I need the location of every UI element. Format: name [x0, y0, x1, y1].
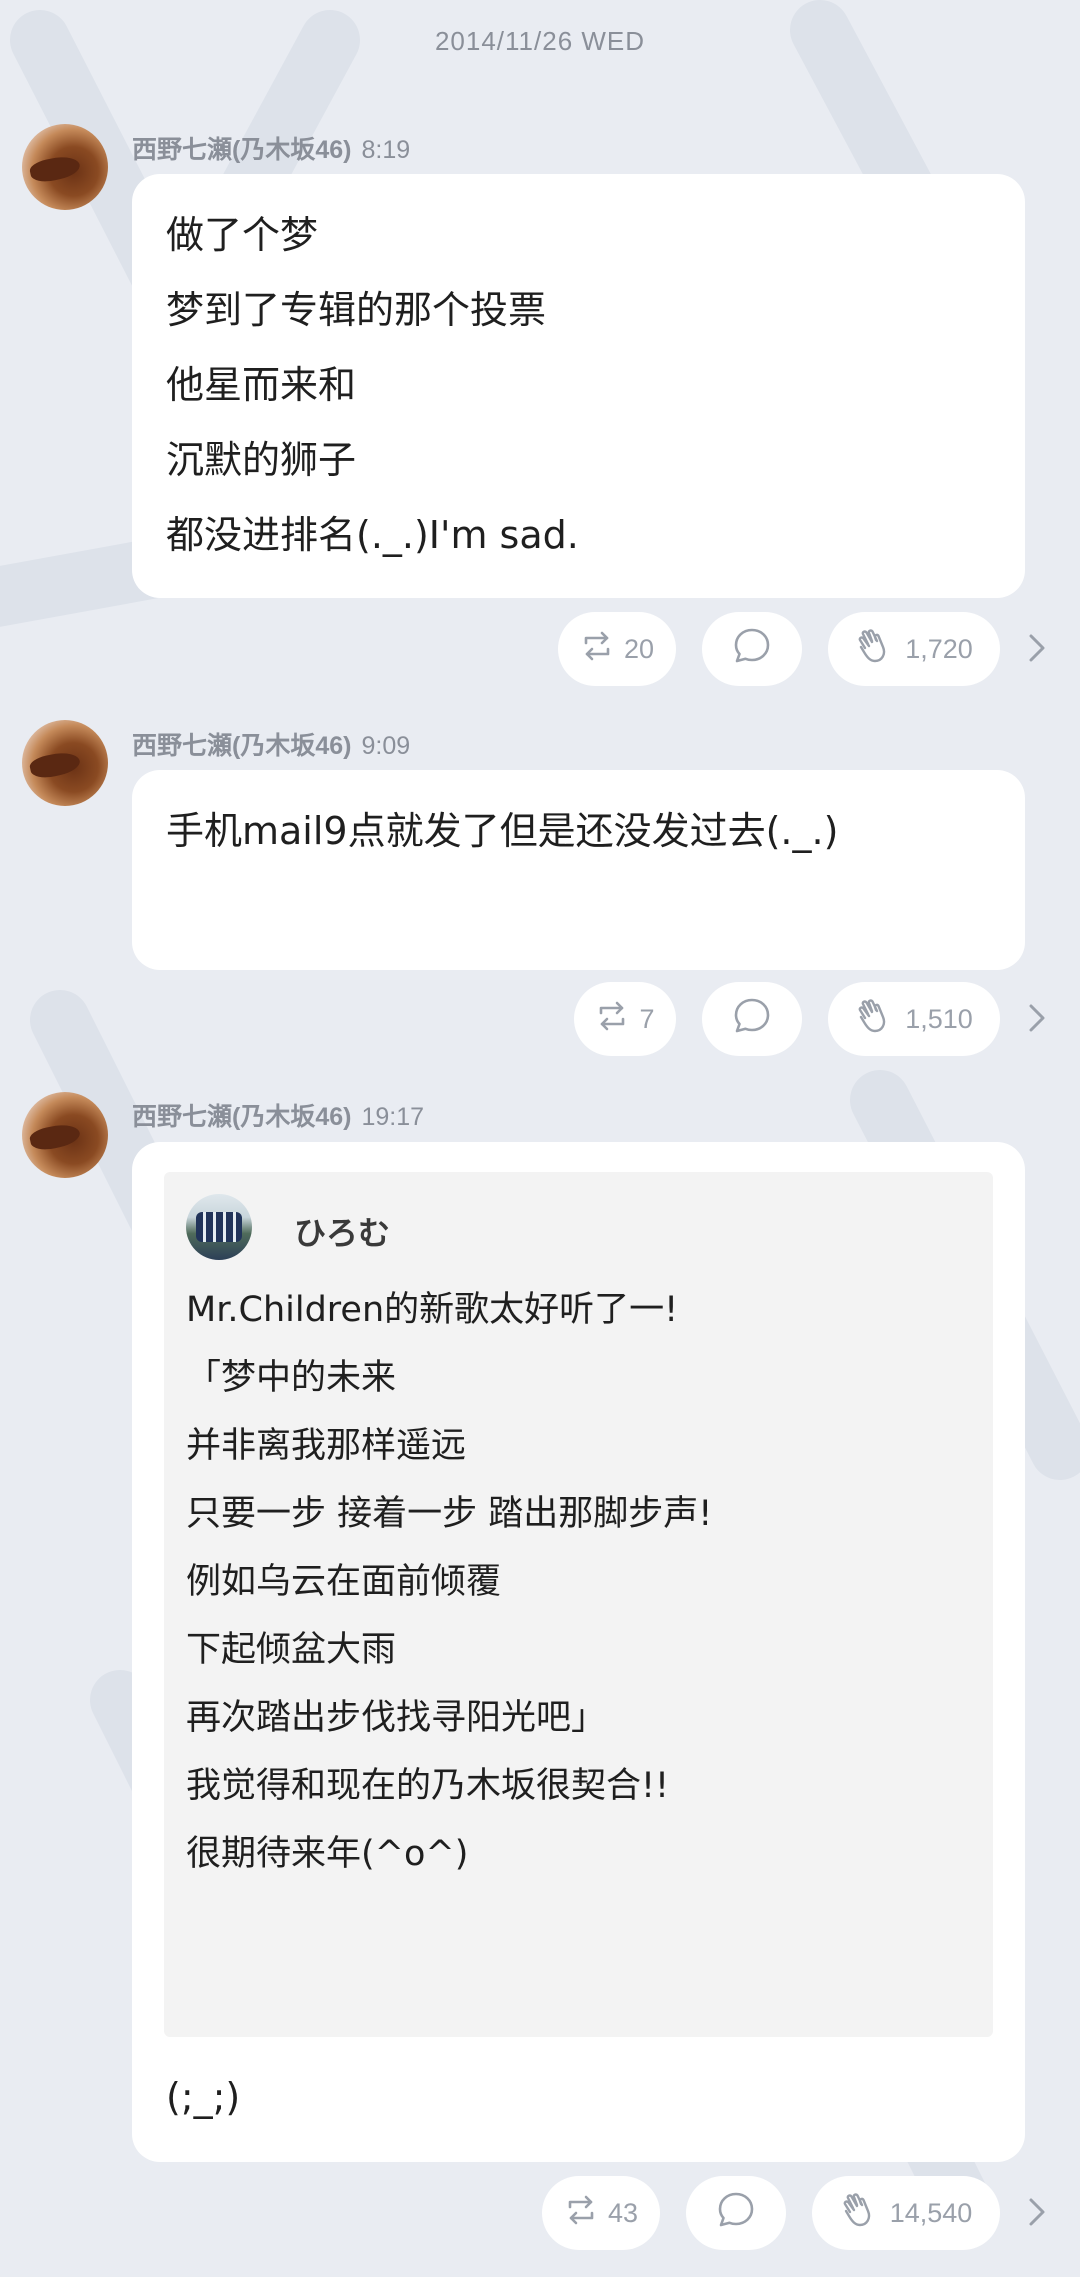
- quote-line: Mr.Children的新歌太好听了一!: [186, 1290, 679, 1330]
- message-line: 做了个梦: [166, 213, 319, 257]
- message-line: (;_;): [166, 2075, 241, 2119]
- post-time: 19:17: [361, 1103, 425, 1131]
- chevron-right-icon[interactable]: [1022, 628, 1052, 668]
- quote-line: 下起倾盆大雨: [186, 1630, 397, 1670]
- repost-icon: [564, 2193, 598, 2234]
- comment-icon: [716, 2190, 756, 2237]
- date-header: 2014/11/26 WED: [434, 26, 646, 56]
- clap-button[interactable]: 1,510: [828, 982, 1000, 1056]
- clap-button[interactable]: 14,540: [812, 2176, 1000, 2250]
- post-meta: 西野七瀬(乃木坂46) 9:09: [132, 726, 410, 762]
- author-name: 西野七瀬(乃木坂46): [132, 136, 352, 164]
- quoted-text: Mr.Children的新歌太好听了一! 「梦中的未来 并非离我那样遥远 只要一…: [186, 1276, 712, 1888]
- chevron-right-icon[interactable]: [1022, 2192, 1052, 2232]
- message-bubble[interactable]: ひろむ Mr.Children的新歌太好听了一! 「梦中的未来 并非离我那样遥远…: [132, 1142, 1025, 2162]
- repost-count: 7: [639, 1003, 655, 1034]
- quote-line: 并非离我那样遥远: [186, 1426, 467, 1466]
- clap-count: 1,720: [905, 633, 973, 664]
- repost-button[interactable]: 20: [558, 612, 676, 686]
- quote-line: 「梦中的未来: [186, 1358, 397, 1398]
- message-line: 都没进排名(._.)I'm sad.: [166, 513, 579, 557]
- quoted-author-name: ひろむ: [294, 1215, 391, 1251]
- post-meta: 西野七瀬(乃木坂46) 8:19: [132, 130, 410, 166]
- comment-button[interactable]: [702, 982, 802, 1056]
- comment-button[interactable]: [702, 612, 802, 686]
- author-avatar[interactable]: [22, 720, 108, 806]
- clap-button[interactable]: 1,720: [828, 612, 1000, 686]
- repost-icon: [580, 629, 614, 670]
- clap-count: 14,540: [889, 2197, 973, 2228]
- repost-count: 43: [607, 2197, 639, 2228]
- post-time: 8:19: [361, 136, 411, 164]
- author-name: 西野七瀬(乃木坂46): [132, 1103, 352, 1131]
- message-bubble[interactable]: 手机mail9点就发了但是还没发过去(._.): [132, 770, 1025, 970]
- message-bubble[interactable]: 做了个梦 梦到了专辑的那个投票 他星而来和 沉默的狮子 都没进排名(._.)I'…: [132, 174, 1025, 598]
- comment-icon: [732, 626, 772, 673]
- author-avatar[interactable]: [22, 124, 108, 210]
- repost-count: 20: [623, 633, 655, 664]
- comment-button[interactable]: [686, 2176, 786, 2250]
- clap-icon: [855, 996, 895, 1043]
- chevron-right-icon[interactable]: [1022, 998, 1052, 1038]
- comment-icon: [732, 996, 772, 1043]
- author-name: 西野七瀬(乃木坂46): [132, 732, 352, 760]
- quote-line: 很期待来年(^o^): [186, 1834, 469, 1874]
- clap-count: 1,510: [905, 1003, 973, 1034]
- post-time: 9:09: [361, 732, 411, 760]
- message-line: 梦到了专辑的那个投票: [166, 288, 547, 332]
- repost-button[interactable]: 7: [574, 982, 676, 1056]
- quote-line: 例如乌云在面前倾覆: [186, 1562, 502, 1602]
- quote-line: 我觉得和现在的乃木坂很契合!!: [186, 1766, 670, 1806]
- repost-icon: [595, 999, 629, 1040]
- clap-icon: [840, 2190, 880, 2237]
- author-avatar[interactable]: [22, 1092, 108, 1178]
- quoted-post[interactable]: ひろむ Mr.Children的新歌太好听了一! 「梦中的未来 并非离我那样遥远…: [164, 1172, 993, 2037]
- quote-line: 再次踏出步伐找寻阳光吧」: [186, 1698, 607, 1738]
- message-line: 手机mail9点就发了但是还没发过去(._.): [166, 809, 839, 853]
- message-line: 他星而来和: [166, 363, 357, 407]
- post-meta: 西野七瀬(乃木坂46) 19:17: [132, 1097, 424, 1133]
- quoted-author-avatar[interactable]: [186, 1194, 252, 1260]
- quote-line: 只要一步 接着一步 踏出那脚步声!: [186, 1494, 713, 1534]
- message-line: 沉默的狮子: [166, 438, 357, 482]
- clap-icon: [855, 626, 895, 673]
- repost-button[interactable]: 43: [542, 2176, 660, 2250]
